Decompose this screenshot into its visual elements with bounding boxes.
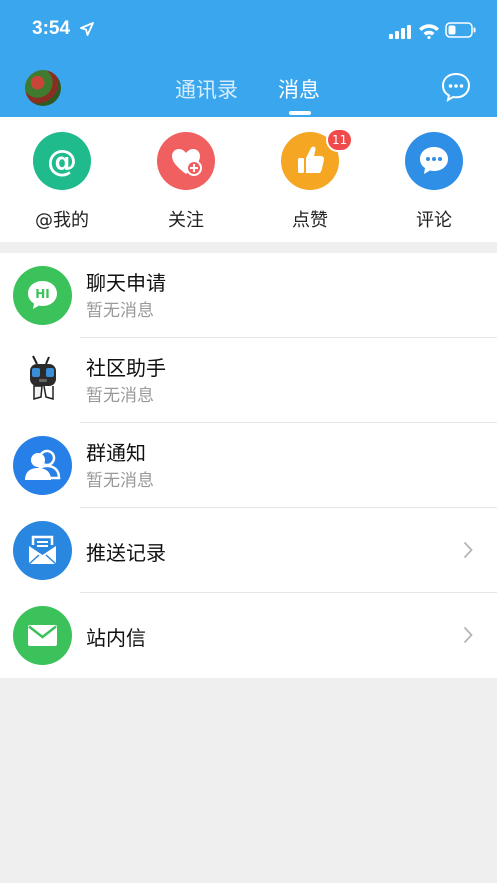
list-item-subtitle: 暂无消息 <box>86 301 154 321</box>
list-item-inbox[interactable]: 站内信 <box>0 593 497 678</box>
cellular-signal-icon <box>389 25 411 39</box>
quick-item-comments[interactable]: 评论 <box>384 117 484 242</box>
quick-item-follow[interactable]: 关注 <box>136 117 236 242</box>
new-chat-icon[interactable] <box>440 71 472 103</box>
list-item-chat-requests[interactable]: HI 聊天申请 暂无消息 <box>0 253 497 338</box>
svg-text:@: @ <box>47 144 77 179</box>
list-item-push-history[interactable]: 推送记录 <box>0 508 497 593</box>
list-item-title: 群通知 <box>86 441 146 465</box>
list-item-title: 聊天申请 <box>86 271 166 295</box>
wifi-icon <box>419 24 439 39</box>
user-avatar[interactable] <box>25 70 61 106</box>
location-arrow-icon <box>80 22 94 36</box>
envelope-icon <box>13 606 72 665</box>
quick-label-mentions: @我的 <box>35 210 89 231</box>
list-item-subtitle: 暂无消息 <box>86 386 154 406</box>
comment-icon <box>405 132 463 190</box>
quick-actions: @ @我的 关注 点赞 评论 <box>0 117 497 242</box>
tab-contacts[interactable]: 通讯录 <box>175 74 238 104</box>
robot-icon <box>13 351 72 410</box>
status-time: 3:54 <box>32 18 71 39</box>
quick-label-follow: 关注 <box>168 210 204 231</box>
active-tab-indicator <box>289 111 311 115</box>
mail-tray-icon <box>13 521 72 580</box>
group-icon <box>13 436 72 495</box>
battery-icon <box>445 22 476 38</box>
top-bar: 3:54 通讯录 消息 <box>0 0 497 117</box>
chevron-right-icon <box>463 541 473 559</box>
list-item-subtitle: 暂无消息 <box>86 471 154 491</box>
list-item-group-notices[interactable]: 群通知 暂无消息 <box>0 423 497 508</box>
svg-text:HI: HI <box>35 287 50 301</box>
chat-request-icon: HI <box>13 266 72 325</box>
heart-plus-icon <box>157 132 215 190</box>
status-bar: 3:54 <box>0 0 497 60</box>
list-item-title: 推送记录 <box>86 541 166 565</box>
at-icon: @ <box>33 132 91 190</box>
tab-messages[interactable]: 消息 <box>278 74 320 104</box>
likes-count-badge: 11 <box>326 128 354 152</box>
list-item-community-assistant[interactable]: 社区助手 暂无消息 <box>0 338 497 423</box>
list-item-title: 站内信 <box>86 626 146 650</box>
quick-label-comments: 评论 <box>416 210 452 231</box>
message-list: HI 聊天申请 暂无消息 社区助手 暂无消息 群通知 暂无消息 推送记录 站内信 <box>0 253 497 678</box>
quick-item-mentions[interactable]: @ @我的 <box>12 117 112 242</box>
chevron-right-icon <box>463 626 473 644</box>
list-item-title: 社区助手 <box>86 356 166 380</box>
quick-label-likes: 点赞 <box>292 210 328 231</box>
